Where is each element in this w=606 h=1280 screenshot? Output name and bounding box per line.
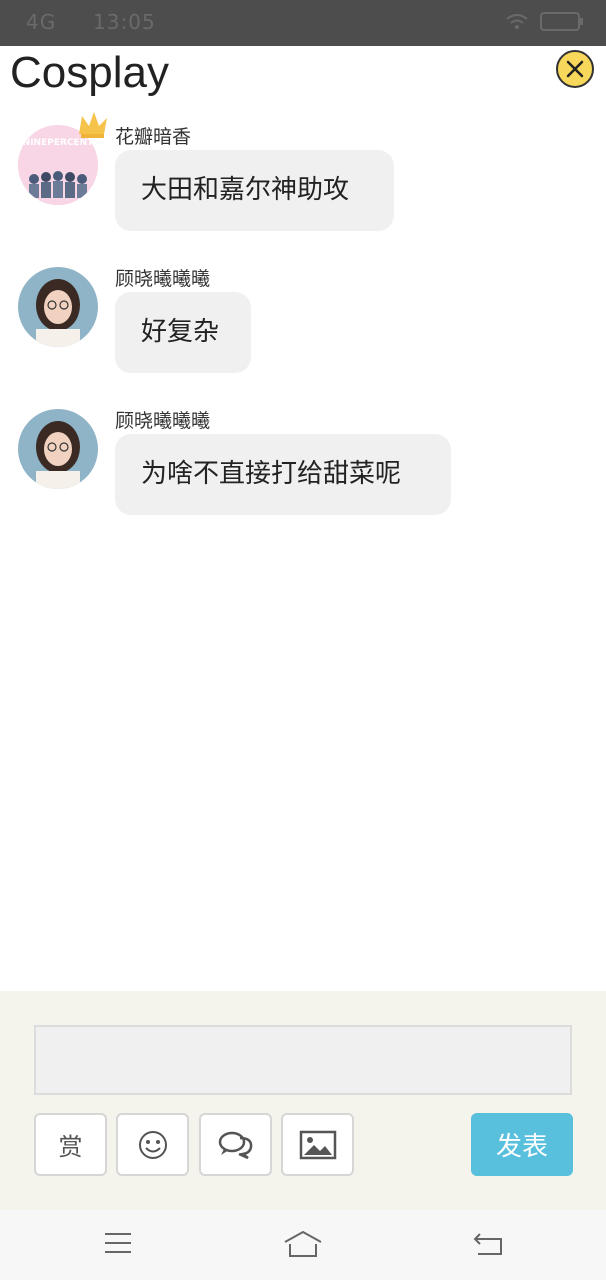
avatar-image bbox=[18, 267, 98, 347]
sender-name: 顾晓曦曦曦 bbox=[115, 268, 211, 290]
battery-icon bbox=[540, 12, 583, 31]
message-bubble: 为啥不直接打给甜菜呢 bbox=[115, 434, 451, 515]
comment-input[interactable] bbox=[34, 1025, 572, 1095]
sender-name: 花瓣暗香 bbox=[115, 126, 192, 148]
message-bubble: 好复杂 bbox=[115, 292, 251, 373]
wifi-icon bbox=[506, 13, 528, 29]
clock: 13:05 bbox=[93, 10, 156, 34]
status-left: 4G 13:05 bbox=[26, 10, 156, 34]
avatar[interactable] bbox=[18, 267, 98, 347]
status-icons bbox=[506, 12, 583, 31]
comments-icon bbox=[218, 1131, 252, 1159]
status-bar: 4G 13:05 bbox=[0, 0, 606, 46]
image-button[interactable] bbox=[281, 1113, 354, 1176]
emoji-icon bbox=[138, 1130, 167, 1159]
back-icon[interactable] bbox=[472, 1230, 504, 1256]
comments-button[interactable] bbox=[199, 1113, 272, 1176]
avatar-image bbox=[18, 409, 98, 489]
carrier-label: 4G bbox=[26, 10, 57, 34]
system-nav-bar bbox=[0, 1210, 606, 1280]
menu-icon[interactable] bbox=[103, 1230, 133, 1256]
image-icon bbox=[299, 1130, 336, 1159]
comment-composer: 赏 发表 bbox=[0, 991, 606, 1210]
page-title: Cosplay bbox=[10, 48, 169, 97]
close-button[interactable] bbox=[556, 50, 594, 88]
message-bubble: 大田和嘉尔神助攻 bbox=[115, 150, 394, 231]
emoji-button[interactable] bbox=[116, 1113, 189, 1176]
close-icon bbox=[566, 60, 584, 78]
crown-icon bbox=[79, 112, 107, 138]
sender-name: 顾晓曦曦曦 bbox=[115, 410, 211, 432]
send-button[interactable]: 发表 bbox=[471, 1113, 573, 1176]
avatar[interactable] bbox=[18, 409, 98, 489]
home-icon[interactable] bbox=[283, 1230, 323, 1258]
reward-button[interactable]: 赏 bbox=[34, 1113, 107, 1176]
